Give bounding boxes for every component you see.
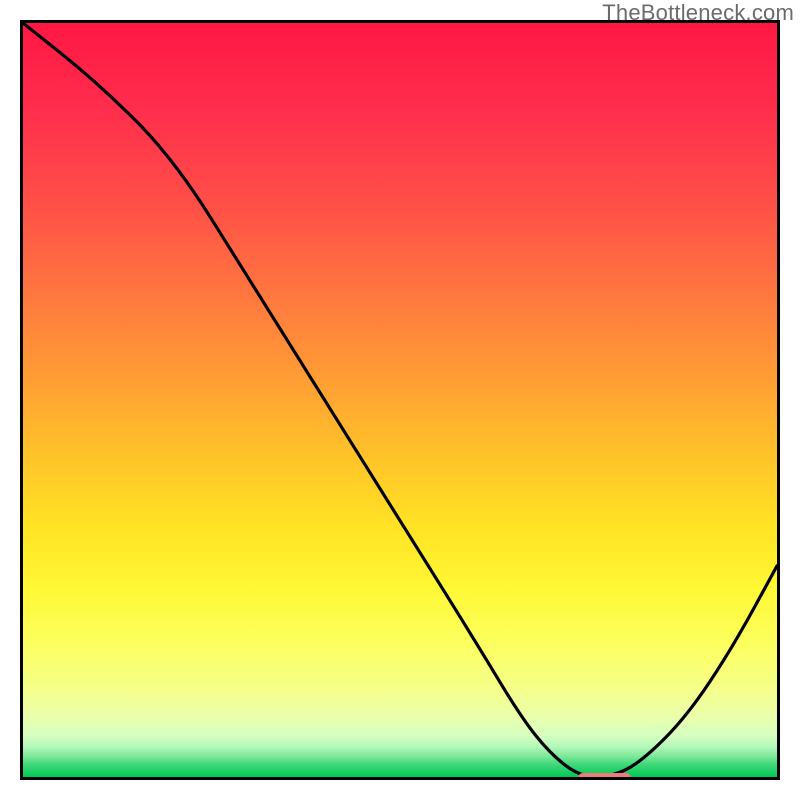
bottleneck-curve-path	[23, 23, 777, 777]
curve-layer	[23, 23, 777, 777]
bottleneck-chart: TheBottleneck.com	[0, 0, 800, 800]
plot-area	[20, 20, 780, 780]
sweet-spot-marker	[578, 773, 631, 780]
